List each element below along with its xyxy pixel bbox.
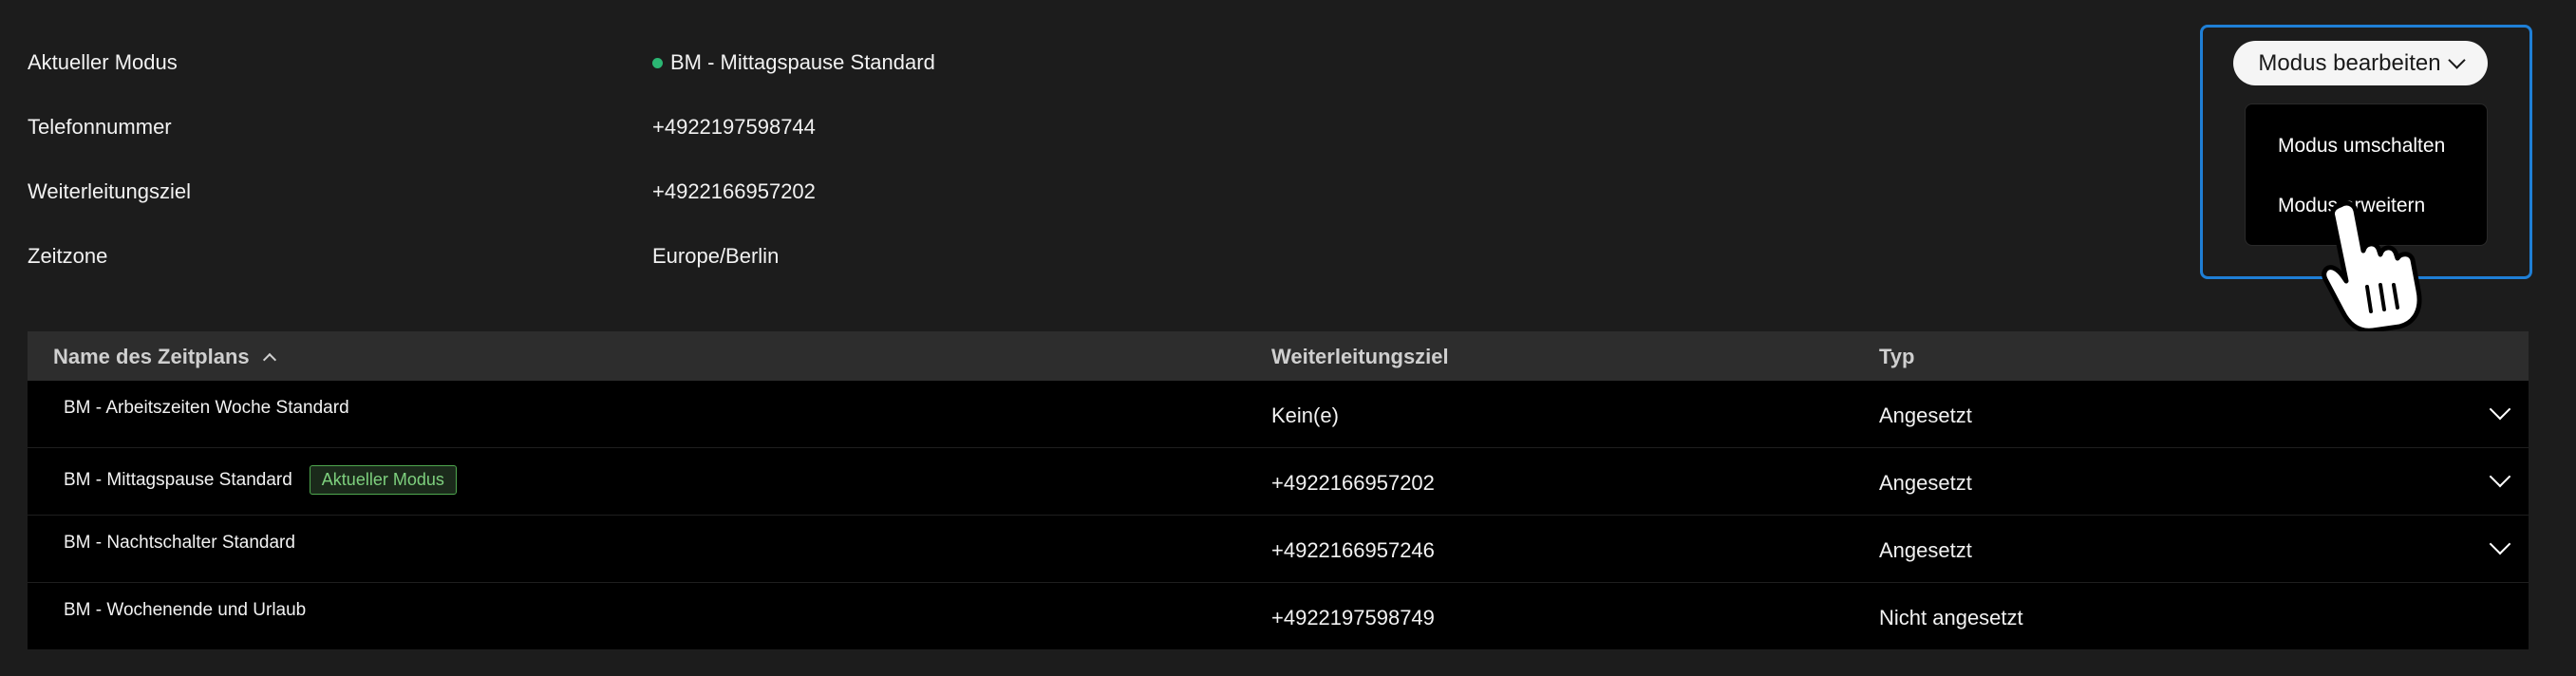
schedule-name: BM - Arbeitszeiten Woche Standard <box>64 398 349 419</box>
schedule-table: Name des Zeitplans Weiterleitungsziel Ty… <box>28 331 2529 650</box>
timezone-value: Europe/Berlin <box>652 244 780 268</box>
menu-item-switch-mode[interactable]: Modus umschalten <box>2278 135 2445 158</box>
timezone-label: Zeitzone <box>28 244 108 268</box>
schedule-target: +4922166957202 <box>1271 471 1435 495</box>
column-header-type: Typ <box>1879 345 1915 368</box>
chevron-down-icon <box>2447 51 2466 69</box>
status-dot-icon <box>652 57 663 68</box>
column-header-name[interactable]: Name des Zeitplans <box>53 345 276 369</box>
current-mode-value: BM - Mittagspause Standard <box>670 50 935 74</box>
mode-info-panel: Aktueller Modus BM - Mittagspause Standa… <box>28 38 1357 296</box>
schedule-type: Nicht angesetzt <box>1879 606 2023 629</box>
table-row[interactable]: BM - Wochenende und Urlaub +492219759874… <box>28 583 2529 650</box>
hand-pointer-icon <box>2322 200 2422 332</box>
current-mode-label: Aktueller Modus <box>28 50 178 74</box>
schedule-type: Angesetzt <box>1879 471 1972 495</box>
table-row[interactable]: BM - Mittagspause Standard Aktueller Mod… <box>28 448 2529 516</box>
column-header-target: Weiterleitungsziel <box>1271 345 1449 368</box>
column-header-name-label: Name des Zeitplans <box>53 345 250 368</box>
schedule-target: Kein(e) <box>1271 404 1339 427</box>
schedule-name-text: BM - Arbeitszeiten Woche Standard <box>64 398 349 418</box>
schedule-name: BM - Mittagspause Standard Aktueller Mod… <box>64 465 457 495</box>
edit-mode-button-label: Modus bearbeiten <box>2258 49 2441 76</box>
schedule-type: Angesetzt <box>1879 404 1972 427</box>
current-mode-value-wrap: BM - Mittagspause Standard <box>652 50 935 75</box>
table-row[interactable]: BM - Arbeitszeiten Woche Standard Kein(e… <box>28 381 2529 448</box>
phone-label: Telefonnummer <box>28 115 172 139</box>
sort-ascending-icon <box>262 352 276 367</box>
phone-value: +4922197598744 <box>652 115 816 139</box>
info-row-forward: Weiterleitungsziel +4922166957202 <box>28 167 1357 232</box>
chevron-down-icon[interactable] <box>2489 398 2511 421</box>
schedule-name: BM - Wochenende und Urlaub <box>64 600 306 621</box>
current-mode-badge: Aktueller Modus <box>309 465 457 495</box>
schedule-target: +4922197598749 <box>1271 606 1435 629</box>
info-row-phone: Telefonnummer +4922197598744 <box>28 103 1357 167</box>
info-row-current-mode: Aktueller Modus BM - Mittagspause Standa… <box>28 38 1357 103</box>
schedule-type: Angesetzt <box>1879 538 1972 562</box>
schedule-name-text: BM - Mittagspause Standard <box>64 469 292 490</box>
schedule-name-text: BM - Wochenende und Urlaub <box>64 600 307 620</box>
chevron-down-icon[interactable] <box>2489 533 2511 555</box>
chevron-down-icon[interactable] <box>2489 465 2511 488</box>
forward-value: +4922166957202 <box>652 179 816 203</box>
mode-details-page: Aktueller Modus BM - Mittagspause Standa… <box>0 0 2576 676</box>
schedule-name-text: BM - Nachtschalter Standard <box>64 533 295 553</box>
forward-label: Weiterleitungsziel <box>28 179 192 203</box>
table-header: Name des Zeitplans Weiterleitungsziel Ty… <box>28 331 2529 381</box>
schedule-name: BM - Nachtschalter Standard <box>64 533 295 554</box>
edit-mode-button[interactable]: Modus bearbeiten <box>2233 41 2488 85</box>
info-row-timezone: Zeitzone Europe/Berlin <box>28 232 1357 296</box>
schedule-target: +4922166957246 <box>1271 538 1435 562</box>
table-row[interactable]: BM - Nachtschalter Standard +49221669572… <box>28 516 2529 583</box>
